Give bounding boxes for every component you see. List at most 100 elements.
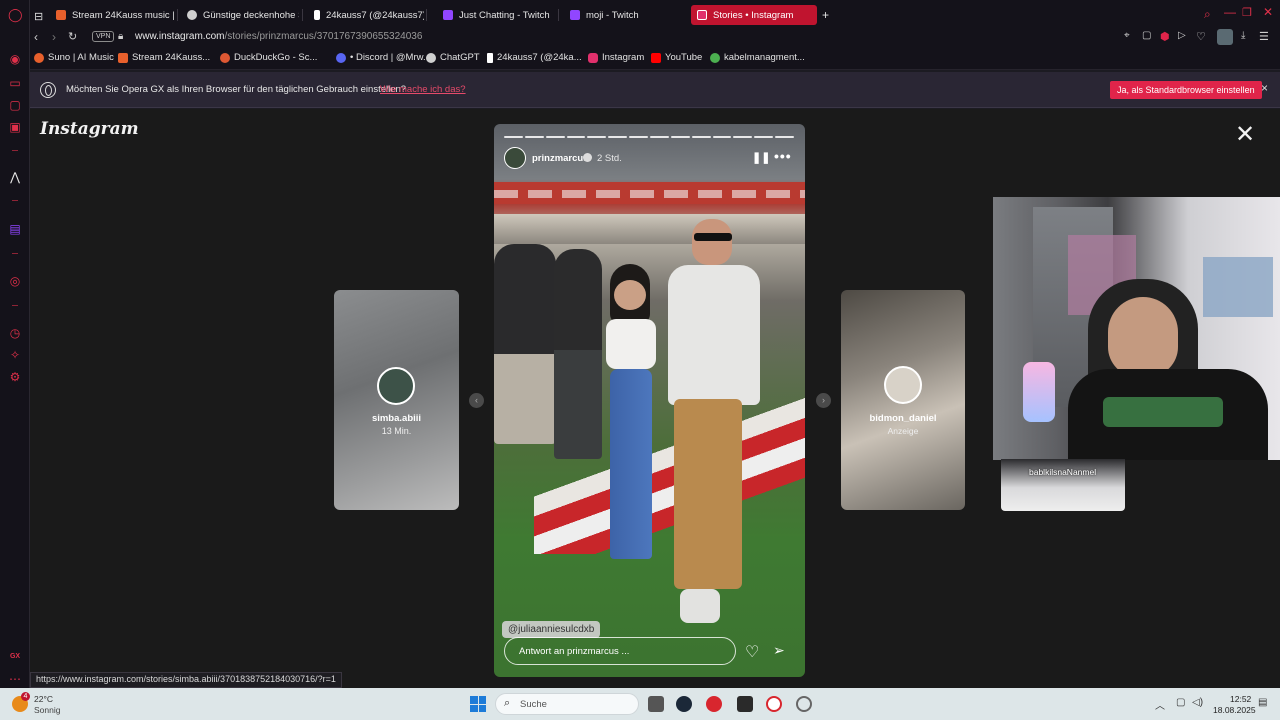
forward-icon[interactable]: › — [52, 30, 56, 44]
tab-instagram-stories[interactable]: Stories • Instagram — [691, 5, 817, 25]
weather-description[interactable]: Sonnig — [34, 705, 60, 715]
gx-control-icon[interactable]: ◉ — [8, 52, 22, 66]
tab-twitch-chatting[interactable]: Just Chatting - Twitch — [437, 5, 555, 25]
bookmark-duckduckgo[interactable]: DuckDuckGo - Sc... — [220, 52, 317, 63]
settings-icon[interactable]: ⚙ — [8, 370, 22, 384]
progress-segment — [629, 136, 649, 138]
bookmark-label: Stream 24Kauss... — [132, 52, 211, 63]
pause-icon[interactable]: ❚❚ — [752, 151, 770, 164]
history-icon[interactable]: ◷ — [8, 326, 22, 340]
task-view-icon[interactable] — [648, 696, 664, 712]
url-field[interactable]: www.instagram.com/stories/prinzmarcus/37… — [135, 31, 422, 42]
bookmark-chatgpt[interactable]: ChatGPT — [426, 52, 480, 63]
bookmark-youtube[interactable]: YouTube — [651, 52, 702, 63]
bookmark-kabel[interactable]: kabelmanagment... — [710, 52, 805, 63]
opera-logo-icon[interactable]: ◯ — [8, 8, 23, 22]
how-to-link[interactable]: Wie mache ich das? — [380, 84, 466, 95]
tab-stream[interactable]: Stream 24Kauss music | — [50, 5, 174, 25]
vpn-badge[interactable]: VPN — [92, 31, 115, 42]
progress-segment — [775, 136, 795, 138]
wall-poster-2 — [1203, 257, 1273, 317]
webcam-label: bablkilsnaNanmel — [1001, 459, 1125, 511]
volume-icon[interactable]: ◁) — [1192, 697, 1203, 708]
aria-icon[interactable]: ⋀ — [8, 170, 22, 184]
avatar — [884, 366, 922, 404]
bookmark-discord[interactable]: • Discord | @Mrw... — [336, 52, 431, 63]
snapshot-icon[interactable]: ⌖ — [1124, 30, 1130, 41]
prev-story-arrow[interactable]: ‹ — [469, 393, 484, 408]
story-username[interactable]: prinzmarcus — [532, 153, 589, 164]
minimize-icon[interactable]: — — [1224, 5, 1236, 19]
adblock-icon[interactable]: ⬢ — [1160, 30, 1170, 43]
tray-chevron-icon[interactable]: ︿ — [1155, 697, 1165, 712]
gaming-app-icon[interactable] — [706, 696, 722, 712]
download-icon[interactable]: ⤓ — [1241, 30, 1245, 41]
share-icon[interactable]: ➢ — [773, 642, 785, 659]
workspaces-icon[interactable]: ⊟ — [34, 6, 43, 26]
close-window-icon[interactable]: ✕ — [1263, 5, 1273, 19]
search-tabs-icon[interactable]: ⌕ — [1204, 7, 1211, 22]
gx-icon[interactable]: GX — [8, 650, 22, 664]
steam-icon[interactable] — [676, 696, 692, 712]
weather-badge: 4 — [21, 692, 30, 701]
twitch-icon — [570, 10, 580, 20]
restore-icon[interactable]: ❐ — [1242, 6, 1252, 19]
reply-input[interactable]: Antwort an prinzmarcus ... — [504, 637, 736, 665]
gx-cleaner-icon[interactable]: ▢ — [8, 98, 22, 112]
taskbar-search-input[interactable]: ⌕ Suche — [495, 693, 639, 715]
windows-start-icon[interactable] — [470, 696, 486, 712]
current-story[interactable]: prinzmarcus 2 Std. ❚❚ ••• @juliaanniesul… — [494, 124, 805, 677]
bookmarks-bar: Suno | AI Music Stream 24Kauss... DuckDu… — [30, 48, 1280, 70]
reload-icon[interactable]: ↻ — [68, 30, 77, 43]
tiktok-icon — [314, 10, 320, 20]
tiktok-icon — [487, 52, 493, 63]
tray-app-icon[interactable]: ▢ — [1176, 697, 1185, 708]
tab-tiktok[interactable]: 24kauss7 (@24kauss7) | — [308, 5, 424, 25]
new-tab-button[interactable]: + — [818, 5, 833, 25]
more-options-icon[interactable]: ••• — [774, 148, 792, 164]
next-story-arrow[interactable]: › — [816, 393, 831, 408]
clock-time[interactable]: 12:52 — [1230, 694, 1251, 704]
calendar-icon[interactable]: ▣ — [8, 120, 22, 134]
twitch-icon[interactable]: ▤ — [8, 222, 22, 236]
tab-twitch-moji[interactable]: moji - Twitch — [564, 5, 682, 25]
instagram-logo[interactable]: Instagram — [40, 119, 139, 139]
player-control-icon[interactable]: ▷ — [1178, 30, 1186, 41]
like-icon[interactable]: ♡ — [745, 642, 759, 662]
bookmark-suno[interactable]: Suno | AI Music — [34, 52, 114, 63]
mention-sticker[interactable]: @juliaanniesulcdxb — [502, 621, 601, 638]
menu-icon[interactable]: ☰ — [1259, 30, 1269, 43]
close-notification-icon[interactable]: × — [1261, 81, 1268, 95]
tab-island-icon[interactable]: ▢ — [1142, 30, 1151, 41]
default-browser-notification: Möchten Sie Opera GX als Ihren Browser f… — [30, 72, 1280, 108]
bookmark-heart-icon[interactable]: ♡ — [1196, 30, 1206, 43]
back-icon[interactable]: ‹ — [34, 30, 38, 44]
tab-deckenhohe[interactable]: Günstige deckenhohe Sc — [181, 5, 299, 25]
gx-corner-icon[interactable]: ▭ — [8, 76, 22, 90]
opera-gx-icon[interactable] — [766, 696, 782, 712]
progress-segment — [587, 136, 607, 138]
progress-segment — [670, 136, 690, 138]
player-icon[interactable]: ◎ — [8, 274, 22, 288]
close-stories-icon[interactable]: ✕ — [1235, 123, 1255, 147]
lock-icon[interactable]: 🔒︎ — [118, 31, 123, 42]
more-icon[interactable]: ⋯ — [8, 672, 22, 686]
notification-icon[interactable]: ▤ — [1258, 697, 1267, 708]
progress-segment — [608, 136, 628, 138]
epic-games-icon[interactable] — [737, 696, 753, 712]
settings-app-icon[interactable] — [796, 696, 812, 712]
webcam-overlay — [993, 197, 1280, 460]
bookmark-tiktok[interactable]: 24kauss7 (@24ka... — [487, 52, 582, 63]
profile-avatar[interactable] — [1217, 29, 1233, 45]
set-default-button[interactable]: Ja, als Standardbrowser einstellen — [1110, 81, 1262, 99]
extensions-icon[interactable]: ✧ — [8, 348, 22, 362]
prev-story-preview[interactable]: simba.abiii 13 Min. — [334, 290, 459, 510]
next-story-preview[interactable]: bidmon_daniel Anzeige — [841, 290, 965, 510]
bookmark-stream[interactable]: Stream 24Kauss... — [118, 52, 210, 63]
webcam-label-text: bablkilsnaNanmel — [1029, 467, 1097, 477]
avatar[interactable] — [504, 147, 526, 169]
weather-temperature[interactable]: 22°C — [34, 694, 53, 704]
bookmark-instagram[interactable]: Instagram — [588, 52, 644, 63]
clock-date[interactable]: 18.08.2025 — [1213, 705, 1256, 715]
progress-segment — [566, 136, 586, 138]
